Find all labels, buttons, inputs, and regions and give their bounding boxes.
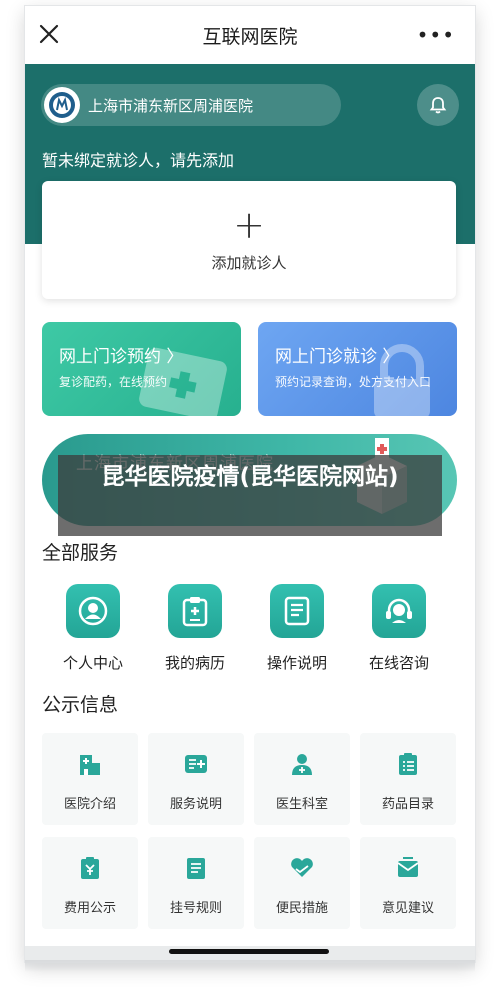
service-label: 个人中心 [62,654,123,672]
add-patient-card[interactable]: + 添加就诊人 [42,181,456,299]
info-service-desc[interactable]: 服务说明 [148,733,244,825]
hospital-selector[interactable]: 上海市浦东新区周浦医院 [41,84,341,126]
online-appointment-subtitle: 复诊配药，在线预约 [59,375,168,389]
fee-icon [75,853,105,883]
drug-list-icon [393,749,423,779]
service-icon [181,749,211,779]
hospital-icon [75,749,105,779]
rules-icon [181,853,211,883]
page-title: 互联网医院 [202,25,298,48]
manual-icon [270,584,324,638]
info-convenience[interactable]: 便民措施 [254,837,350,929]
hospital-logo-icon [44,87,80,123]
info-label: 医生科室 [275,797,328,812]
service-label: 操作说明 [266,654,327,672]
info-hospital-intro[interactable]: 医院介绍 [42,733,138,825]
online-appointment-title: 网上门诊预约 〉 [59,347,184,367]
plus-icon: + [233,202,265,247]
info-label: 药品目录 [381,797,434,812]
service-label: 我的病历 [164,654,225,672]
info-drug-list[interactable]: 药品目录 [360,733,456,825]
online-visit-card[interactable]: 网上门诊就诊 〉 预约记录查询，处方支付入口 [258,322,457,416]
user-icon [66,584,120,638]
info-label: 挂号规则 [169,901,222,916]
headset-icon [372,584,426,638]
phone-screen: 互联网医院 ••• 上海市浦东新区周浦医院 暂未绑定就诊人，请先添加 + 添加就… [25,6,475,962]
info-registration-rules[interactable]: 挂号规则 [148,837,244,929]
public-info-section-title: 公示信息 [42,694,119,716]
service-medical-record[interactable]: 我的病历 [144,584,246,673]
info-label: 便民措施 [275,901,328,916]
services-section-title: 全部服务 [42,542,119,564]
hospital-name: 上海市浦东新区周浦医院 [88,96,254,115]
info-label: 费用公示 [63,901,116,916]
add-patient-label: 添加就诊人 [211,253,287,272]
info-feedback[interactable]: 意见建议 [360,837,456,929]
no-patient-notice: 暂未绑定就诊人，请先添加 [42,151,235,170]
online-visit-subtitle: 预约记录查询，处方支付入口 [275,375,432,389]
medical-record-icon [168,584,222,638]
nav-bar: 互联网医院 ••• [25,6,475,64]
bell-icon[interactable] [417,84,459,126]
watermark-overlay: 昆华医院疫情(昆华医院网站) [58,455,442,536]
phone-shadow [25,960,475,972]
service-manual[interactable]: 操作说明 [246,584,348,673]
home-indicator[interactable] [169,949,329,954]
services-grid: 个人中心 我的病历 操作说明 在线咨询 [25,584,475,673]
info-label: 服务说明 [169,797,222,812]
public-info-grid: 医院介绍 服务说明 医生科室 药品目录 费用公示 挂号规则 便民措施 意见建议 [42,733,458,929]
feedback-icon [393,853,423,883]
close-icon[interactable] [35,20,63,48]
info-fee[interactable]: 费用公示 [42,837,138,929]
online-appointment-card[interactable]: 网上门诊预约 〉 复诊配药，在线预约 [42,322,241,416]
more-menu-icon[interactable]: ••• [417,25,455,45]
info-label: 医院介绍 [63,797,116,812]
info-label: 意见建议 [381,901,434,916]
service-personal-center[interactable]: 个人中心 [42,584,144,673]
info-doctor-dept[interactable]: 医生科室 [254,733,350,825]
online-visit-title: 网上门诊就诊 〉 [275,347,400,367]
service-label: 在线咨询 [368,654,429,672]
doctor-icon [287,749,317,779]
service-online-consult[interactable]: 在线咨询 [348,584,450,673]
heart-hand-icon [287,853,317,883]
